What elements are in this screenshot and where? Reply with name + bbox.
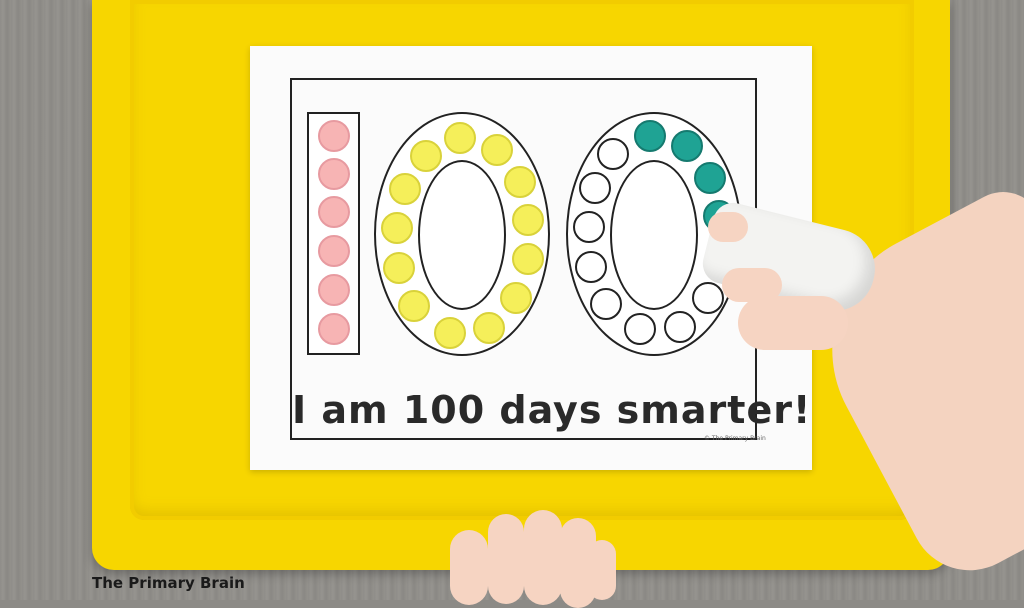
yellow-dot xyxy=(444,122,476,154)
child-finger xyxy=(450,530,488,605)
yellow-dot xyxy=(383,252,415,284)
yellow-dot xyxy=(504,166,536,198)
pink-dot xyxy=(318,274,350,306)
teal-dot xyxy=(694,162,726,194)
empty-dot xyxy=(597,138,629,170)
worksheet-sentence: I am 100 days smarter! xyxy=(292,388,812,432)
yellow-dot xyxy=(500,282,532,314)
pink-dot xyxy=(318,120,350,152)
child-finger xyxy=(488,514,524,604)
child-palm xyxy=(738,296,848,350)
yellow-dot xyxy=(512,204,544,236)
empty-dot xyxy=(624,313,656,345)
yellow-dot xyxy=(512,243,544,275)
pink-dot xyxy=(318,196,350,228)
zero-hole xyxy=(418,160,506,310)
pink-dot xyxy=(318,313,350,345)
teal-dot xyxy=(671,130,703,162)
child-finger xyxy=(524,510,562,605)
yellow-dot xyxy=(473,312,505,344)
empty-dot xyxy=(664,311,696,343)
empty-dot xyxy=(579,172,611,204)
yellow-dot xyxy=(410,140,442,172)
empty-dot xyxy=(573,211,605,243)
empty-dot xyxy=(575,251,607,283)
yellow-dot xyxy=(398,290,430,322)
yellow-dot xyxy=(389,173,421,205)
child-finger xyxy=(588,540,616,600)
worksheet-credit: © The Primary Brain xyxy=(704,435,766,442)
pink-dot xyxy=(318,235,350,267)
empty-dot xyxy=(590,288,622,320)
teal-dot xyxy=(634,120,666,152)
yellow-dot xyxy=(434,317,466,349)
pink-dot xyxy=(318,158,350,190)
child-finger xyxy=(708,212,748,242)
yellow-dot xyxy=(381,212,413,244)
zero-hole xyxy=(610,160,698,310)
watermark-text: The Primary Brain xyxy=(92,574,245,592)
yellow-dot xyxy=(481,134,513,166)
